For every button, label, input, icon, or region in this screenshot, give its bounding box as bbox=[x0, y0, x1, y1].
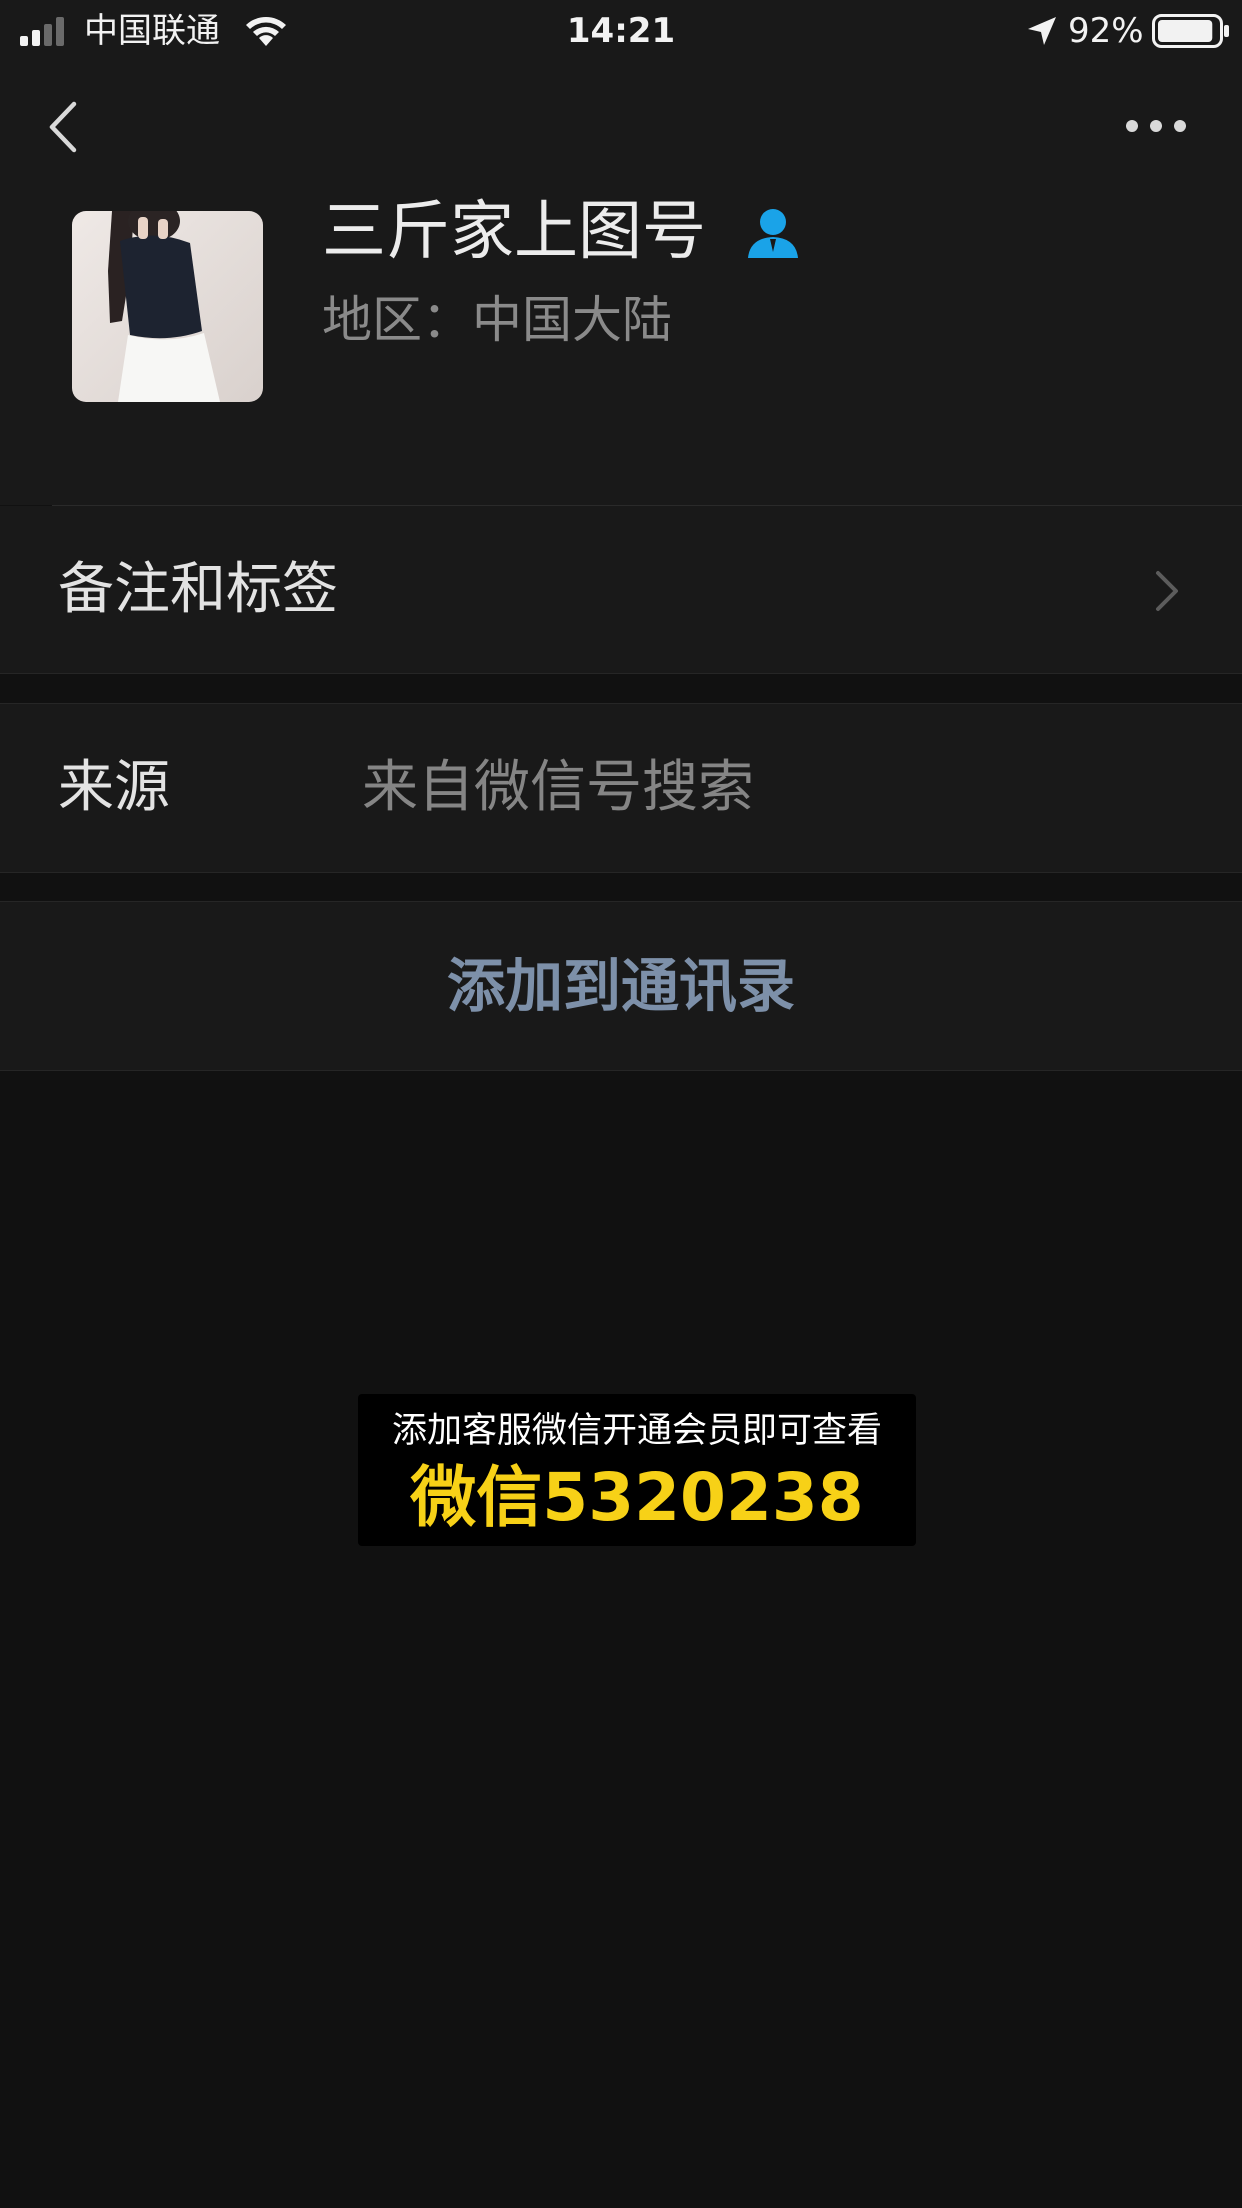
add-to-contacts-button[interactable]: 添加到通讯录 bbox=[0, 902, 1242, 1070]
divider bbox=[0, 673, 1242, 674]
back-button[interactable] bbox=[40, 96, 86, 158]
region-label: 地区： bbox=[322, 291, 472, 349]
battery-icon bbox=[1152, 14, 1229, 48]
source-label: 来源 bbox=[58, 755, 170, 820]
promo-banner: 添加客服微信开通会员即可查看 微信5320238 bbox=[358, 1394, 916, 1546]
promo-text: 添加客服微信开通会员即可查看 bbox=[391, 1411, 882, 1451]
add-to-contacts-label: 添加到通讯录 bbox=[446, 952, 795, 1020]
more-options-button[interactable] bbox=[1124, 108, 1188, 144]
divider bbox=[0, 872, 1242, 873]
avatar[interactable] bbox=[72, 211, 263, 402]
region-info: 地区：中国大陆 bbox=[322, 288, 672, 352]
status-bar: 中国联通 14:21 92% bbox=[0, 0, 1242, 62]
chevron-left-icon bbox=[49, 101, 77, 153]
chevron-right-icon bbox=[1156, 571, 1178, 611]
divider bbox=[0, 1070, 1242, 1071]
remarks-and-tags-cell[interactable]: 备注和标签 bbox=[0, 506, 1242, 673]
battery-percent: 92% bbox=[1068, 11, 1144, 51]
region-value: 中国大陆 bbox=[472, 291, 672, 349]
source-cell: 来源 来自微信号搜索 bbox=[0, 704, 1242, 872]
source-value: 来自微信号搜索 bbox=[362, 755, 754, 820]
contact-person-icon bbox=[748, 209, 798, 258]
promo-wechat-id: 微信5320238 bbox=[410, 1459, 864, 1536]
remarks-and-tags-label: 备注和标签 bbox=[58, 557, 338, 622]
location-arrow-icon bbox=[1028, 17, 1056, 45]
more-dots-icon bbox=[1126, 120, 1186, 132]
profile-name: 三斤家上图号 bbox=[322, 195, 706, 269]
avatar-photo bbox=[72, 211, 263, 402]
